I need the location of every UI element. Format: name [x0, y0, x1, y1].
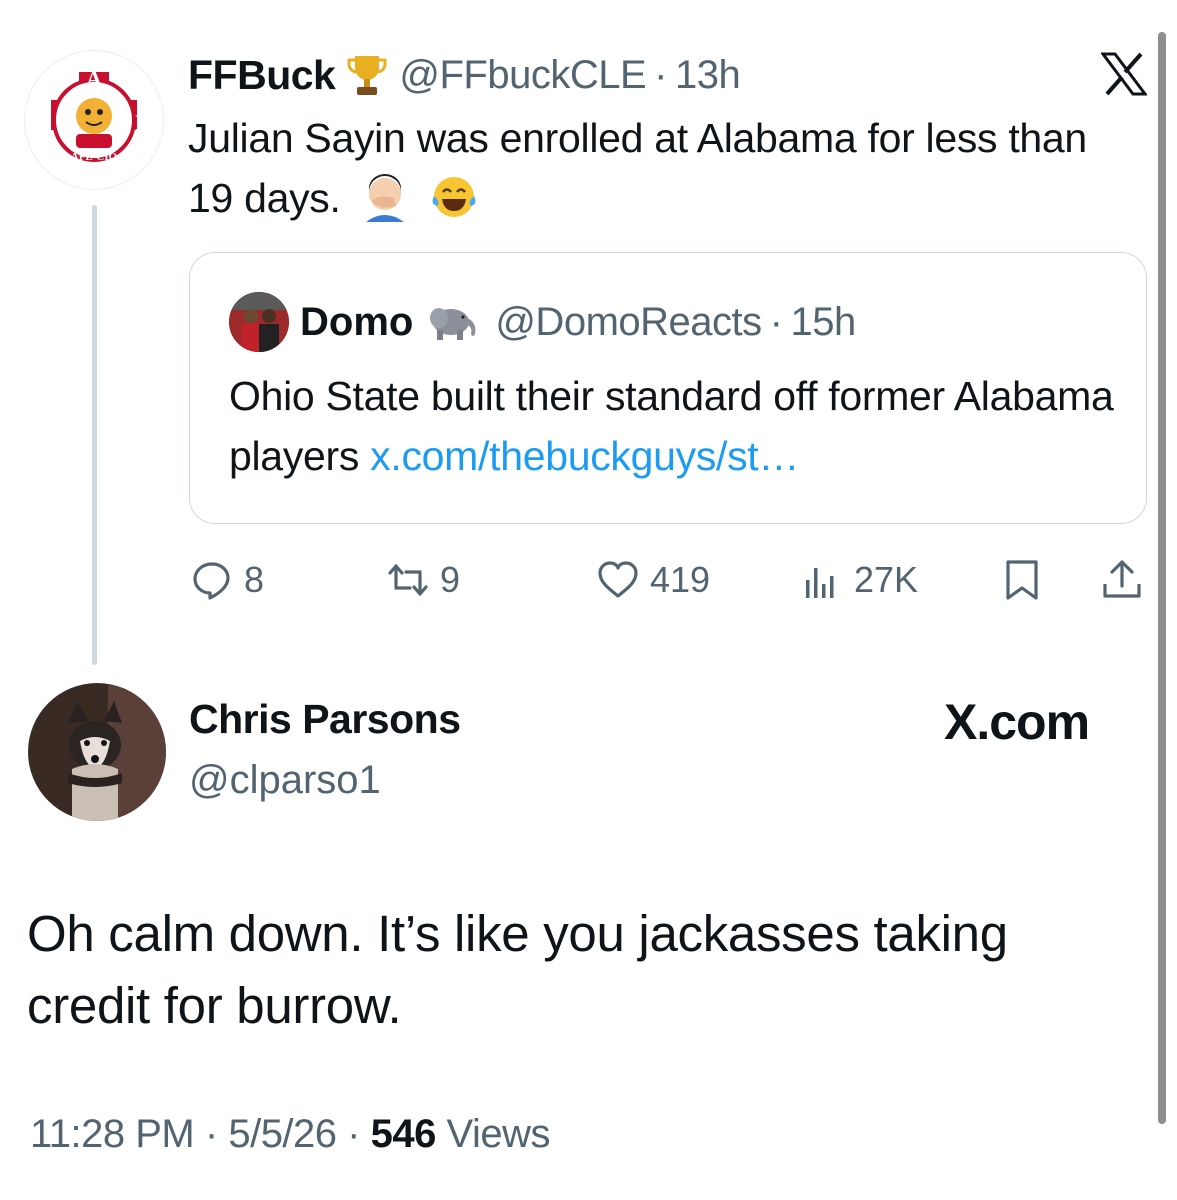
svg-text:I: I	[42, 110, 51, 135]
repost-button[interactable]: 9	[386, 555, 460, 605]
quoted-tweet-link[interactable]: x.com/thebuckguys/st…	[370, 433, 799, 479]
repost-icon	[388, 564, 428, 596]
svg-text:AFL-CIO: AFL-CIO	[71, 151, 118, 163]
quoted-timestamp[interactable]: 15h	[790, 300, 856, 345]
reply-date[interactable]: 5/5/26	[228, 1112, 337, 1156]
like-button[interactable]: 419	[596, 555, 710, 605]
repost-count: 9	[440, 559, 461, 600]
quoted-display-name[interactable]: Domo	[300, 300, 413, 345]
x-com-label: X.com	[944, 694, 1090, 750]
trophy-icon	[347, 56, 387, 95]
tears-of-joy-emoji-icon	[432, 177, 476, 217]
svg-text:CLC: CLC	[82, 163, 105, 175]
reply-icon	[193, 562, 230, 600]
quoted-handle[interactable]: @DomoReacts	[495, 300, 762, 345]
husky-avatar-photo	[28, 683, 166, 821]
bookmark-icon	[1006, 560, 1038, 600]
share-button[interactable]	[1100, 555, 1144, 605]
reply-count: 8	[244, 559, 265, 600]
like-icon	[598, 561, 638, 598]
reply-tweet-text: Oh calm down. It’s like you jackasses ta…	[27, 905, 1008, 1034]
reply-tweet-footer: 11:28 PM · 5/5/26 · 546 Views	[30, 1112, 550, 1157]
domo-avatar[interactable]	[229, 292, 289, 352]
parent-timestamp[interactable]: 13h	[675, 53, 741, 98]
svg-text:A: A	[86, 66, 102, 91]
parent-display-name[interactable]: FFBuck	[188, 52, 336, 99]
x-logo-icon[interactable]	[1101, 52, 1147, 96]
svg-text:F: F	[135, 110, 148, 135]
reply-views-count: 546	[370, 1112, 437, 1156]
separator-dot: ·	[654, 52, 667, 97]
scrollbar[interactable]	[1158, 32, 1166, 1124]
share-icon	[1103, 560, 1141, 598]
bookmark-button[interactable]	[1000, 555, 1044, 605]
x-com-brand: X.com	[944, 692, 1124, 752]
parent-tweet-text: Julian Sayin was enrolled at Alabama for…	[188, 115, 1087, 222]
quoted-tweet-text: Ohio State built their standard off form…	[229, 373, 1114, 479]
chris-parsons-avatar[interactable]	[28, 683, 166, 821]
reply-time[interactable]: 11:28 PM	[30, 1112, 195, 1156]
parent-handle[interactable]: @FFbuckCLE	[399, 53, 646, 98]
like-count: 419	[650, 559, 711, 600]
separator-dot: ·	[204, 1112, 218, 1156]
separator-dot: ·	[347, 1112, 360, 1156]
parent-tweet-header: FFBuck @FFbuckCLE · 13h	[188, 48, 741, 102]
domo-avatar-photo	[229, 292, 289, 352]
reply-button[interactable]: 8	[190, 555, 264, 605]
quoted-tweet-header: Domo @DomoReacts · 15h	[300, 292, 856, 352]
reply-views-label: Views	[446, 1112, 551, 1156]
iaff-logo-icon: A I F AFL-CIO CLC	[26, 52, 162, 188]
reply-handle[interactable]: @clparso1	[189, 758, 381, 803]
facepalm-emoji-icon	[365, 174, 404, 222]
separator-dot: ·	[769, 299, 783, 344]
views-icon	[806, 568, 834, 598]
reply-display-name[interactable]: Chris Parsons	[189, 696, 461, 743]
elephant-emoji-icon	[430, 308, 476, 340]
views-count: 27K	[854, 559, 919, 600]
ffbuck-avatar[interactable]: A I F AFL-CIO CLC	[24, 50, 164, 190]
thread-connector-line	[92, 205, 97, 665]
views-button[interactable]: 27K	[800, 555, 918, 605]
